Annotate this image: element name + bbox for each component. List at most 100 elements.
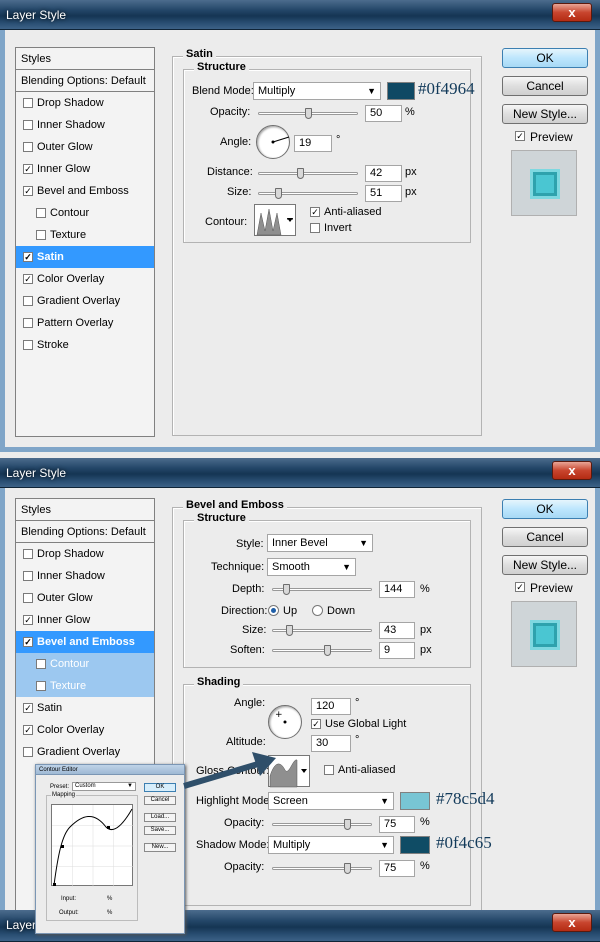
style-item-inner-shadow[interactable]: Inner Shadow xyxy=(16,114,154,136)
style-item-inner-shadow[interactable]: Inner Shadow xyxy=(16,565,154,587)
style-item-gradient-overlay[interactable]: Gradient Overlay xyxy=(16,290,154,312)
angle-input[interactable]: 19 xyxy=(294,135,332,152)
inner-shadow-checkbox[interactable] xyxy=(23,571,33,581)
ok-button[interactable]: OK xyxy=(502,48,588,68)
styles-header[interactable]: Styles xyxy=(16,48,154,70)
soften-input[interactable]: 9 xyxy=(379,642,415,659)
style-item-contour[interactable]: Contour xyxy=(16,202,154,224)
anti-aliased-checkbox[interactable] xyxy=(310,207,320,217)
style-item-pattern-overlay[interactable]: Pattern Overlay xyxy=(16,312,154,334)
blending-options-item[interactable]: Blending Options: Default xyxy=(16,70,154,92)
highlight-mode-select[interactable]: Screen ▼ xyxy=(268,792,394,810)
soften-slider-thumb[interactable] xyxy=(324,645,331,656)
gradient-overlay-checkbox[interactable] xyxy=(23,296,33,306)
use-global-light-checkbox[interactable] xyxy=(311,719,321,729)
inner-glow-checkbox[interactable] xyxy=(23,164,33,174)
direction-down-radio[interactable] xyxy=(312,605,323,616)
contour-curve-icon[interactable] xyxy=(51,804,134,887)
depth-input[interactable]: 144 xyxy=(379,581,415,598)
ok-button[interactable]: OK xyxy=(144,783,176,792)
contour-editor-title[interactable]: Contour Editor xyxy=(36,765,184,775)
altitude-input[interactable]: 30 xyxy=(311,735,351,752)
style-item-inner-glow[interactable]: Inner Glow xyxy=(16,609,154,631)
title-bar[interactable]: Layer Style x xyxy=(0,0,600,30)
close-icon[interactable]: x xyxy=(552,461,592,480)
style-item-color-overlay[interactable]: Color Overlay xyxy=(16,719,154,741)
size-input[interactable]: 43 xyxy=(379,622,415,639)
outer-glow-checkbox[interactable] xyxy=(23,142,33,152)
distance-slider-thumb[interactable] xyxy=(297,168,304,179)
blending-options-item[interactable]: Blending Options: Default xyxy=(16,521,154,543)
style-item-satin[interactable]: Satin xyxy=(16,246,154,268)
shadow-opacity-slider-track[interactable] xyxy=(272,867,372,870)
anti-aliased-checkbox[interactable] xyxy=(324,765,334,775)
texture-checkbox[interactable] xyxy=(36,230,46,240)
style-item-satin[interactable]: Satin xyxy=(16,697,154,719)
cancel-button[interactable]: Cancel xyxy=(502,76,588,96)
style-item-gradient-overlay[interactable]: Gradient Overlay xyxy=(16,741,154,763)
close-icon[interactable]: x xyxy=(552,913,592,932)
bevel-and-emboss-checkbox[interactable] xyxy=(23,637,33,647)
color-overlay-checkbox[interactable] xyxy=(23,274,33,284)
load-button[interactable]: Load... xyxy=(144,813,176,822)
highlight-color-swatch[interactable] xyxy=(400,792,430,810)
contour-curve-icon[interactable] xyxy=(254,204,296,236)
close-icon[interactable]: x xyxy=(552,3,592,22)
preview-checkbox[interactable] xyxy=(515,582,525,592)
texture-checkbox[interactable] xyxy=(36,681,46,691)
style-item-texture[interactable]: Texture xyxy=(16,224,154,246)
preview-checkbox[interactable] xyxy=(515,131,525,141)
shadow-color-swatch[interactable] xyxy=(400,836,430,854)
style-item-inner-glow[interactable]: Inner Glow xyxy=(16,158,154,180)
style-item-bevel-and-emboss[interactable]: Bevel and Emboss xyxy=(16,631,154,653)
style-item-bevel-and-emboss[interactable]: Bevel and Emboss xyxy=(16,180,154,202)
color-overlay-checkbox[interactable] xyxy=(23,725,33,735)
size-slider-thumb[interactable] xyxy=(286,625,293,636)
style-item-stroke[interactable]: Stroke xyxy=(16,334,154,356)
size-input[interactable]: 51 xyxy=(365,185,402,202)
satin-checkbox[interactable] xyxy=(23,252,33,262)
size-slider-thumb[interactable] xyxy=(275,188,282,199)
shadow-opacity-slider-thumb[interactable] xyxy=(344,863,351,874)
contour-checkbox[interactable] xyxy=(36,659,46,669)
style-item-drop-shadow[interactable]: Drop Shadow xyxy=(16,543,154,565)
angle-input[interactable]: 120 xyxy=(311,698,351,715)
title-bar[interactable]: Layer Style x xyxy=(0,458,600,488)
distance-slider-track[interactable] xyxy=(258,172,358,175)
style-item-texture[interactable]: Texture xyxy=(16,675,154,697)
satin-color-swatch[interactable] xyxy=(387,82,415,100)
shadow-mode-select[interactable]: Multiply ▼ xyxy=(268,836,394,854)
technique-select[interactable]: Smooth ▼ xyxy=(267,558,356,576)
depth-slider-thumb[interactable] xyxy=(283,584,290,595)
soften-slider-track[interactable] xyxy=(272,649,372,652)
preset-select[interactable]: Custom ▼ xyxy=(72,782,136,791)
angle-dial-icon[interactable]: + xyxy=(268,705,302,739)
ok-button[interactable]: OK xyxy=(502,499,588,519)
highlight-opacity-slider-thumb[interactable] xyxy=(344,819,351,830)
pattern-overlay-checkbox[interactable] xyxy=(23,318,33,328)
new-style-button[interactable]: New Style... xyxy=(502,104,588,124)
bevel-style-select[interactable]: Inner Bevel ▼ xyxy=(267,534,373,552)
style-item-outer-glow[interactable]: Outer Glow xyxy=(16,587,154,609)
contour-checkbox[interactable] xyxy=(36,208,46,218)
new-button[interactable]: New... xyxy=(144,843,176,852)
highlight-opacity-slider-track[interactable] xyxy=(272,823,372,826)
distance-input[interactable]: 42 xyxy=(365,165,402,182)
inner-shadow-checkbox[interactable] xyxy=(23,120,33,130)
style-item-drop-shadow[interactable]: Drop Shadow xyxy=(16,92,154,114)
bevel-and-emboss-checkbox[interactable] xyxy=(23,186,33,196)
opacity-slider-thumb[interactable] xyxy=(305,108,312,119)
outer-glow-checkbox[interactable] xyxy=(23,593,33,603)
angle-dial-icon[interactable] xyxy=(256,125,290,159)
style-item-outer-glow[interactable]: Outer Glow xyxy=(16,136,154,158)
blend-mode-select[interactable]: Multiply ▼ xyxy=(253,82,381,100)
invert-checkbox[interactable] xyxy=(310,223,320,233)
size-slider-track[interactable] xyxy=(258,192,358,195)
satin-checkbox[interactable] xyxy=(23,703,33,713)
inner-glow-checkbox[interactable] xyxy=(23,615,33,625)
drop-shadow-checkbox[interactable] xyxy=(23,98,33,108)
new-style-button[interactable]: New Style... xyxy=(502,555,588,575)
opacity-input[interactable]: 50 xyxy=(365,105,402,122)
direction-up-radio[interactable] xyxy=(268,605,279,616)
shadow-opacity-input[interactable]: 75 xyxy=(379,860,415,877)
